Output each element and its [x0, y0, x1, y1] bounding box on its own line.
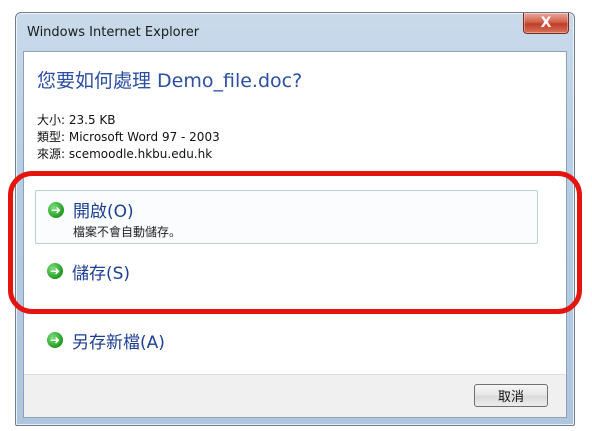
save-option-label: 儲存(S)	[72, 264, 131, 284]
save-option[interactable]: ➜ 儲存(S)	[35, 251, 538, 291]
green-arrow-icon: ➜	[47, 332, 63, 348]
close-icon: X	[540, 15, 552, 31]
close-button[interactable]: X	[523, 13, 569, 34]
save-as-option[interactable]: ➜ 另存新檔(A)	[35, 320, 538, 360]
dialog-question: 您要如何處理 Demo_file.doc?	[37, 70, 303, 92]
file-size: 大小: 23.5 KB	[37, 113, 116, 127]
cancel-button[interactable]: 取消	[474, 384, 548, 407]
title-bar[interactable]: Windows Internet Explorer X	[16, 13, 574, 51]
open-option[interactable]: ➜ 開啟(O) 檔案不會自動儲存。	[35, 190, 538, 244]
dialog-body: 您要如何處理 Demo_file.doc? 大小: 23.5 KB 類型: Mi…	[23, 51, 567, 418]
open-option-subtext: 檔案不會自動儲存。	[73, 225, 182, 239]
file-source: 來源: scemoodle.hkbu.edu.hk	[37, 147, 213, 161]
ie-download-dialog: Windows Internet Explorer X 您要如何處理 Demo_…	[15, 12, 575, 426]
file-info: 大小: 23.5 KB 類型: Microsoft Word 97 - 2003…	[37, 112, 220, 163]
green-arrow-icon: ➜	[47, 263, 63, 279]
open-option-label: 開啟(O)	[73, 202, 134, 222]
file-type: 類型: Microsoft Word 97 - 2003	[37, 130, 220, 144]
window-title: Windows Internet Explorer	[27, 25, 200, 40]
save-as-option-label: 另存新檔(A)	[72, 333, 165, 353]
dialog-footer: 取消	[24, 374, 566, 417]
green-arrow-icon: ➜	[48, 202, 64, 218]
